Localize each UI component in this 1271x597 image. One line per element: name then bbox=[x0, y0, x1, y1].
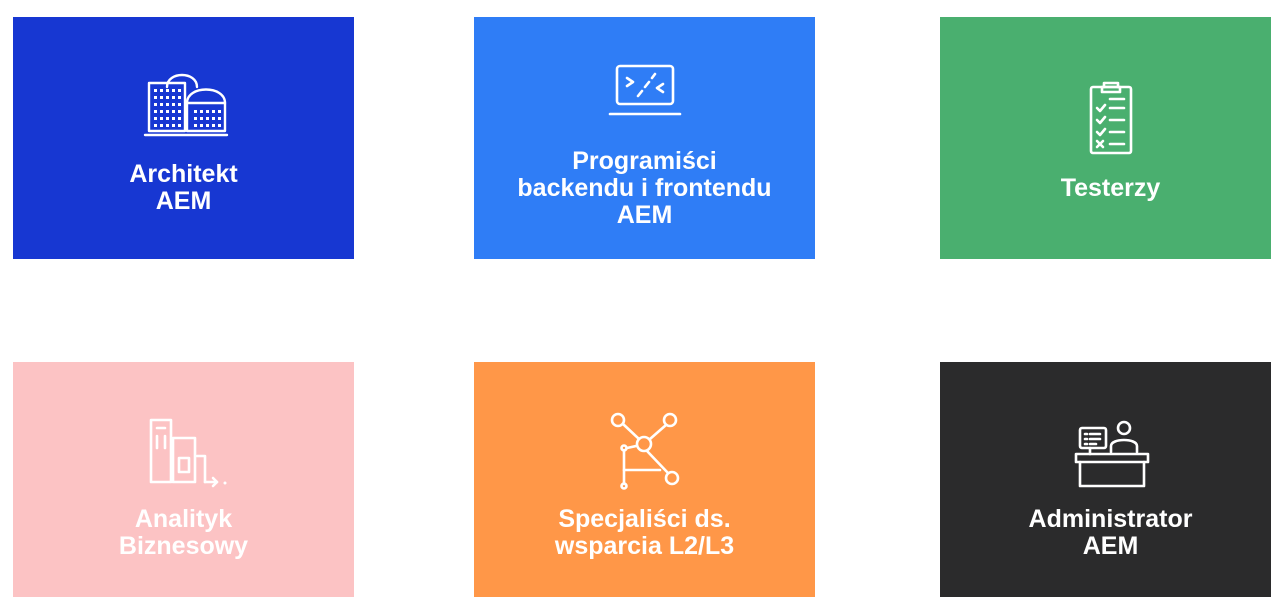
tile-label: Administrator AEM bbox=[1028, 505, 1193, 560]
tile-testerzy[interactable]: Testerzy bbox=[940, 17, 1271, 259]
tile-label: Architekt AEM bbox=[129, 160, 238, 215]
code-screen-icon bbox=[600, 48, 690, 138]
checklist-clipboard-icon bbox=[1066, 75, 1156, 165]
tile-specjalisci-wsparcia[interactable]: Specjaliści ds. wsparcia L2/L3 bbox=[474, 362, 815, 597]
network-nodes-icon bbox=[600, 406, 690, 496]
tile-programisci[interactable]: Programiści backendu i frontendu AEM bbox=[474, 17, 815, 259]
tile-administrator-aem[interactable]: Administrator AEM bbox=[940, 362, 1271, 597]
tile-analityk-biznesowy[interactable]: Analityk Biznesowy bbox=[13, 362, 354, 597]
tile-label: Programiści backendu i frontendu AEM bbox=[517, 146, 772, 229]
tile-label: Analityk Biznesowy bbox=[118, 505, 249, 560]
admin-desk-icon bbox=[1066, 406, 1156, 496]
business-buildings-icon bbox=[139, 406, 229, 496]
tile-architekt-aem[interactable]: Architekt AEM bbox=[13, 17, 354, 259]
tile-label: Specjaliści ds. wsparcia L2/L3 bbox=[554, 505, 735, 560]
buildings-icon bbox=[139, 61, 229, 151]
tile-label: Testerzy bbox=[1060, 173, 1161, 202]
